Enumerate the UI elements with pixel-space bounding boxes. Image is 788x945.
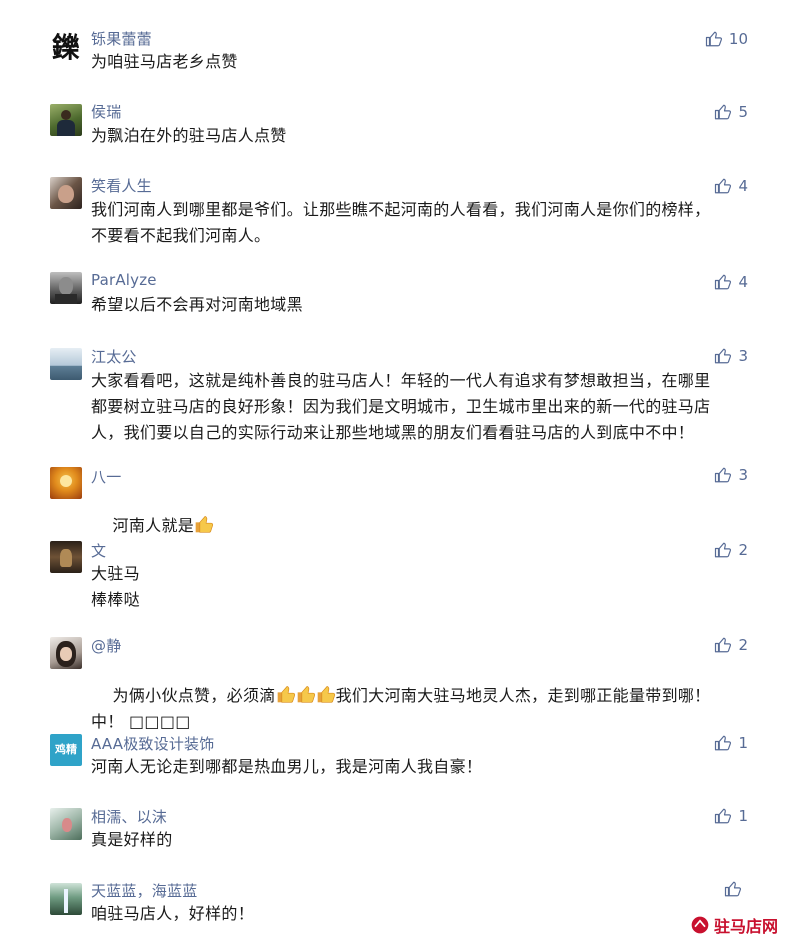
watermark-text: 驻马店网 [713,917,778,936]
like-count: 5 [738,103,748,121]
like-button[interactable]: 1 [714,734,748,752]
commenter-name[interactable]: @静 [91,635,121,656]
thumbs-up-icon [715,467,732,483]
commenter-name[interactable]: AAA极致设计装饰 [91,733,214,754]
thumbs-up-icon [724,881,742,897]
thumbs-up-icon [715,178,732,194]
thumbs-up-icon [715,542,732,558]
comment-text: 真是好样的 [91,830,173,849]
thumbs-up-icon [715,735,732,751]
like-button[interactable] [724,880,748,898]
avatar[interactable]: 鑠 [50,30,82,62]
comment-text-part: 中！ □□□□ [91,712,191,731]
thumbs-up-icon [715,808,732,824]
watermark-logo-icon [691,916,709,934]
like-button[interactable]: 10 [705,30,748,48]
thumbs-up-emoji-icon [195,516,214,533]
comment-text: 大驻马 棒棒哒 [91,564,140,609]
thumbs-up-icon [715,637,732,653]
avatar[interactable] [50,883,82,915]
comment-text-part: 为俩小伙点赞，必须滴 [112,686,276,705]
like-button[interactable]: 4 [714,177,748,195]
avatar[interactable] [50,467,82,499]
avatar-calligraphy: 鑠 [51,31,80,62]
commenter-name[interactable]: ParAlyze [91,271,157,289]
like-button[interactable]: 2 [714,541,748,559]
comment-text: 为飘泊在外的驻马店人点赞 [91,126,287,145]
avatar-text: 鸡精 [55,743,77,756]
avatar[interactable] [50,808,82,840]
thumbs-up-emoji-icon [277,686,295,703]
commenter-name[interactable]: 铄果蕾蕾 [91,28,152,49]
comment-text-part: 我们大河南大驻马地灵人杰，走到哪正能量带到哪！ [335,686,711,705]
like-count: 1 [738,734,748,752]
comment-text: 河南人无论走到哪都是热血男儿，我是河南人我自豪！ [91,757,483,776]
comment-text: 为咱驻马店老乡点赞 [91,52,238,71]
like-button[interactable]: 4 [714,273,748,291]
like-count: 4 [738,273,748,291]
like-button[interactable]: 3 [714,466,748,484]
commenter-name[interactable]: 八一 [91,466,121,487]
like-count: 3 [738,466,748,484]
like-count: 2 [738,636,748,654]
comment-text-content: 河南人就是 [112,516,195,535]
like-count: 10 [728,30,748,48]
avatar[interactable] [50,348,82,380]
thumbs-up-emoji-icon [297,686,315,703]
like-button[interactable]: 5 [714,103,748,121]
like-count: 1 [738,807,748,825]
comment-text: 我们河南人到哪里都是爷们。让那些瞧不起河南的人看看，我们河南人是你们的榜样， 不… [91,200,711,245]
thumbs-up-emoji-icon [317,686,335,703]
commenter-name[interactable]: 天蓝蓝，海蓝蓝 [91,880,197,901]
comment-text: 咱驻马店人，好样的！ [91,904,255,923]
commenter-name[interactable]: 文 [91,540,106,561]
like-button[interactable]: 3 [714,347,748,365]
thumbs-up-icon [715,274,732,290]
avatar[interactable] [50,272,82,304]
comment-text: 河南人就是 [91,487,751,565]
commenter-name[interactable]: 江太公 [91,346,137,367]
avatar[interactable] [50,637,82,669]
avatar[interactable] [50,541,82,573]
like-button[interactable]: 2 [714,636,748,654]
avatar[interactable]: 鸡精 [50,734,82,766]
thumbs-up-icon [705,31,722,47]
comment-text: 大家看看吧，这就是纯朴善良的驻马店人！年轻的一代人有追求有梦想敢担当，在哪里 都… [91,371,711,442]
like-count: 4 [738,177,748,195]
like-count: 3 [738,347,748,365]
thumbs-up-icon [715,104,732,120]
thumbs-up-icon [715,348,732,364]
comment-text: 希望以后不会再对河南地域黑 [91,295,303,314]
commenter-name[interactable]: 相濡、以沫 [91,806,167,827]
commenter-name[interactable]: 侯瑞 [91,101,121,122]
like-button[interactable]: 1 [714,807,748,825]
avatar[interactable] [50,177,82,209]
like-count: 2 [738,541,748,559]
avatar[interactable] [50,104,82,136]
commenter-name[interactable]: 笑看人生 [91,175,152,196]
site-watermark: 驻马店网 [690,913,778,937]
